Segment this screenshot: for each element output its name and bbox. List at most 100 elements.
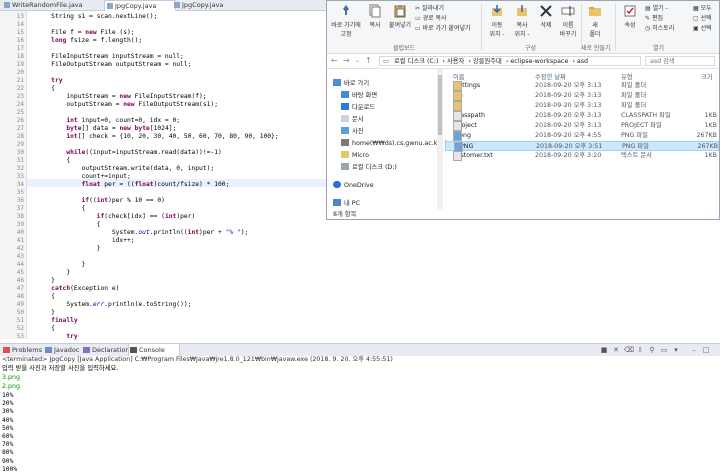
maximize-icon[interactable]: □ [702, 346, 710, 354]
nav-micro[interactable]: Micro [341, 151, 369, 161]
console-output-line: 80% [2, 449, 18, 457]
copy-path-button[interactable]: ▭ 경로 복사 [415, 15, 447, 23]
file-date: 2018-09-20 오후 3:13 [535, 122, 602, 129]
remove-launch-icon[interactable]: ✕ [612, 346, 620, 354]
delete-button[interactable]: 삭제 [535, 4, 557, 29]
file-row[interactable]: src 2018-09-20 오후 3:13 파일 폴더 [445, 101, 719, 111]
move-to-button[interactable]: 이동 위치 - [485, 4, 509, 38]
display-console-icon[interactable]: ▭ [660, 346, 668, 354]
line-number: 14 [16, 21, 24, 28]
breadcrumb-item[interactable]: 로컬 디스크 (C:) [394, 58, 438, 65]
line-number: 15 [16, 29, 24, 36]
file-row[interactable]: 3.PNG 2018-09-20 오후 3:51 PNG 파일 267KB [445, 141, 719, 152]
code-line: int[] check = {10, 20, 30, 40, 50, 60, 7… [66, 133, 279, 140]
code-line: outputStream = new FileOutputStream(s1); [36, 101, 218, 108]
file-row[interactable]: 2.png 2018-09-20 오후 4:55 PNG 파일 267KB [445, 131, 719, 141]
nav-pictures[interactable]: 사진 [341, 127, 364, 137]
back-arrow-icon[interactable]: ← [331, 56, 338, 65]
search-input[interactable]: asd 검색 [645, 56, 715, 66]
nav-local-disk-d[interactable]: 로컬 디스크 (D:) [341, 163, 397, 173]
file-date: 2018-09-20 오후 3:13 [535, 112, 602, 119]
recent-dropdown-icon[interactable]: ⌄ [355, 57, 360, 64]
file-type: 파일 폴더 [621, 92, 647, 99]
line-number: 34 [16, 181, 24, 188]
tab-jpgcopy[interactable]: JpgCopy.java [172, 0, 242, 10]
folder-icon [453, 101, 462, 111]
nav-network-home[interactable]: home(₩₩ds).cs.gwnu.ac.kr) ( [341, 139, 447, 149]
nav-scrollbar[interactable] [437, 69, 443, 209]
nav-desktop[interactable]: 바탕 화면 [341, 91, 377, 101]
nav-downloads[interactable]: 다운로드 [341, 103, 375, 113]
code-line: if(check[idx] == (int)per) [96, 213, 196, 220]
breadcrumb-item[interactable]: eclipse-workspace [510, 58, 568, 65]
copy-to-button[interactable]: 복사 위치 - [510, 4, 534, 38]
line-number: 25 [16, 109, 24, 116]
line-number: 41 [16, 237, 24, 244]
problems-icon [3, 347, 10, 353]
file-row[interactable]: customer.txt 2018-09-20 오후 3:20 텍스트 문서 1KB [445, 151, 719, 161]
file-type: 파일 폴더 [621, 82, 647, 89]
address-breadcrumb[interactable]: ▭ 로컬 디스크 (C:) › 사용자 › 강릉원주대 › eclipse-wo… [379, 56, 641, 66]
paste-shortcut-button[interactable]: ▭ 바로 가기 붙여넣기 [415, 25, 471, 33]
column-header-size[interactable]: 크기 [701, 72, 713, 81]
file-row[interactable]: .project 2018-09-20 오후 3:13 PROJECT 파일 1KB [445, 121, 719, 131]
new-folder-button[interactable]: 새 폴더 [585, 4, 605, 38]
line-number: 48 [16, 293, 24, 300]
line-number: 13 [16, 13, 24, 20]
open-button[interactable]: ▤ 열기 - [645, 5, 668, 13]
pin-quick-access-button[interactable]: 바로 가기에 고정 [329, 4, 363, 38]
file-size: 1KB [704, 152, 717, 159]
shortcut-icon: ▭ [415, 25, 423, 32]
tab-console[interactable]: Console [128, 344, 180, 356]
breadcrumb-item[interactable]: 사용자 [447, 58, 464, 65]
open-console-icon[interactable]: ▾ [672, 346, 680, 354]
clear-console-icon[interactable]: ⌫ [624, 346, 634, 354]
select-all-button[interactable]: ▦ 모두 [693, 5, 712, 13]
file-size: 1KB [704, 122, 717, 129]
tab-write-random-file[interactable]: WriteRandomFile.java [2, 0, 92, 10]
paste-button[interactable]: 붙여넣기 [387, 4, 413, 29]
file-type: 텍스트 문서 [621, 152, 652, 159]
terminate-icon[interactable]: ■ [600, 346, 608, 354]
console-output[interactable]: <terminated> JpgCopy [Java Application] … [0, 356, 720, 474]
code-line: byte[] data = new byte[1024]; [66, 125, 177, 132]
copy-to-icon [517, 5, 527, 16]
tab-jpgcopy-active[interactable]: JpgCopy.java [104, 0, 176, 11]
breadcrumb-item[interactable]: 강릉원주대 [473, 58, 502, 65]
file-date: 2018-09-20 오후 3:13 [535, 82, 602, 89]
rename-button[interactable]: 이름 바꾸기 [557, 4, 579, 38]
select-none-button[interactable]: ▢ 선택 [693, 15, 712, 23]
minimize-icon[interactable]: – [690, 346, 698, 354]
nav-onedrive[interactable]: OneDrive [333, 181, 374, 191]
column-header-type[interactable]: 유형 [621, 72, 633, 81]
history-button[interactable]: ◷ 히스토리 [645, 25, 674, 33]
invert-selection-button[interactable]: ▣ 선택 [693, 25, 712, 33]
nav-this-pc[interactable]: 내 PC [333, 199, 360, 209]
scrollbar-thumb[interactable] [438, 75, 442, 135]
column-header-date[interactable]: 수정한 날짜 [535, 72, 566, 81]
console-output-line: 100% [2, 465, 21, 473]
nav-documents[interactable]: 문서 [341, 115, 364, 125]
file-row[interactable]: .settings 2018-09-20 오후 3:13 파일 폴더 [445, 81, 719, 91]
column-header-name[interactable]: 이름 [453, 72, 465, 81]
code-line: { [36, 205, 86, 212]
copy-button[interactable]: 복사 [365, 4, 385, 29]
nav-quick-access[interactable]: 바로 가기 [333, 79, 369, 89]
code-line: File f = new File (s); [36, 29, 135, 36]
network-drive-icon [341, 139, 349, 146]
breadcrumb-item[interactable]: asd [577, 58, 588, 65]
file-row[interactable]: bin 2018-09-20 오후 3:13 파일 폴더 [445, 91, 719, 101]
file-row[interactable]: .classpath 2018-09-20 오후 3:13 CLASSPATH 파일… [445, 111, 719, 121]
up-arrow-icon[interactable]: ↑ [365, 56, 372, 65]
code-line: long fsize = f.length(); [51, 37, 143, 44]
file-name: customer.txt [453, 151, 493, 161]
pin-console-icon[interactable]: ⚲ [648, 346, 656, 354]
scroll-lock-icon[interactable]: ⇩ [636, 346, 644, 354]
line-number: 28 [16, 133, 24, 140]
forward-arrow-icon[interactable]: → [343, 56, 350, 65]
cut-button[interactable]: ✂ 잘라내기 [415, 5, 444, 13]
path-icon: ▭ [415, 15, 423, 22]
line-number: 36 [16, 197, 24, 204]
edit-button[interactable]: ✎ 편집 [645, 15, 663, 23]
properties-button[interactable]: 속성 [619, 4, 641, 29]
